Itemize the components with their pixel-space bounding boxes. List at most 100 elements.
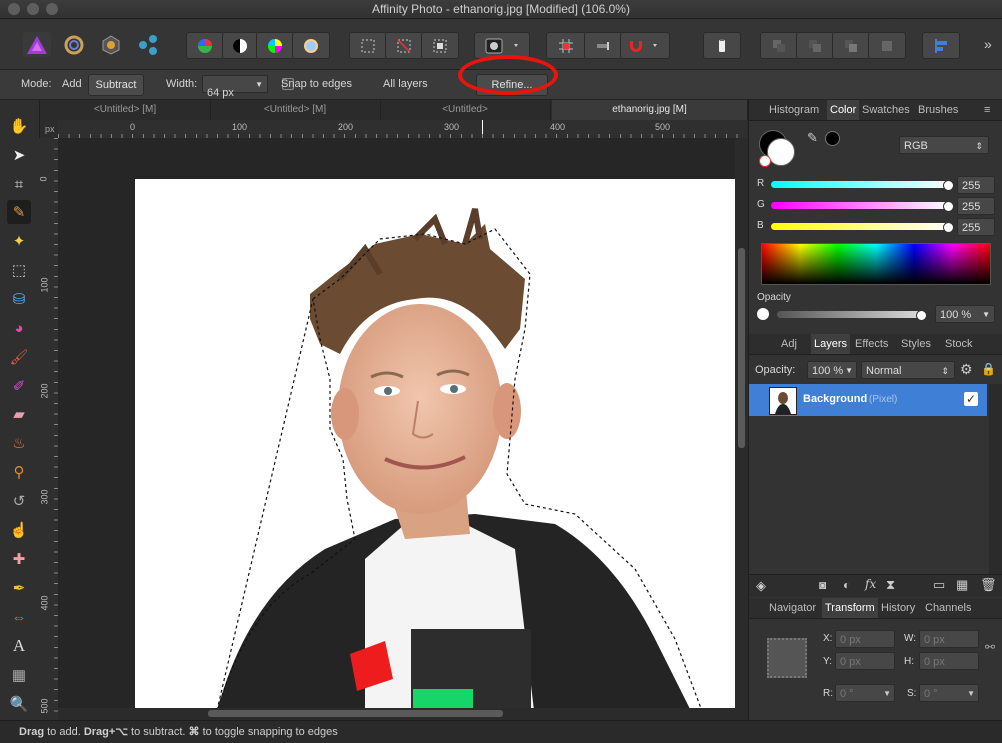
layers-scrollbar[interactable] — [989, 384, 1002, 574]
tab-color[interactable]: Color — [827, 100, 860, 120]
align-left-icon[interactable] — [922, 32, 960, 59]
color-picker-icon[interactable]: ◕ — [7, 316, 31, 340]
clone-stamp-icon[interactable]: ⚲ — [7, 460, 31, 484]
arrange-backward-icon[interactable] — [796, 32, 834, 59]
x-field[interactable]: 0 px — [835, 630, 895, 648]
b-value-field[interactable]: 255 — [957, 218, 995, 236]
g-slider-knob[interactable] — [943, 201, 954, 212]
photo-persona-icon[interactable] — [23, 32, 51, 57]
auto-colors-icon[interactable] — [256, 32, 294, 59]
h-field[interactable]: 0 px — [919, 652, 979, 670]
arrange-back-icon[interactable] — [760, 32, 798, 59]
layer-opacity-field[interactable]: 100 % ▼ — [807, 361, 857, 379]
color-replacement-brush-icon[interactable]: ✐ — [7, 374, 31, 398]
vertical-scrollbar-thumb[interactable] — [738, 248, 745, 448]
export-persona-icon[interactable] — [134, 32, 162, 57]
auto-levels-icon[interactable] — [186, 32, 224, 59]
b-slider[interactable] — [771, 223, 951, 230]
tab-histogram[interactable]: Histogram — [769, 104, 819, 116]
auto-white-balance-icon[interactable] — [292, 32, 330, 59]
width-input[interactable]: 64 px ▼ — [202, 75, 268, 99]
blend-mode-select[interactable]: Normal ⇕ — [861, 361, 955, 379]
opacity-slider-knob[interactable] — [916, 310, 927, 321]
layer-visibility-checkbox[interactable]: ✓ — [964, 392, 978, 406]
opacity-value-field[interactable]: 100 % ▼ — [935, 305, 995, 323]
develop-persona-icon[interactable] — [97, 32, 125, 57]
gear-icon[interactable]: ⚙ — [960, 361, 973, 378]
secondary-color-swatch[interactable] — [767, 138, 795, 166]
text-tool-icon[interactable]: A — [7, 634, 31, 658]
r-slider[interactable] — [771, 181, 951, 188]
tab-layers[interactable]: Layers — [811, 334, 851, 354]
fx-icon[interactable]: fx — [865, 577, 876, 591]
arrange-forward-icon[interactable] — [832, 32, 870, 59]
tab-styles[interactable]: Styles — [901, 338, 931, 350]
dodge-burn-icon[interactable]: ♨ — [7, 431, 31, 455]
selection-brush-tool-icon[interactable]: ✎ — [7, 200, 31, 224]
g-value-field[interactable]: 255 — [957, 197, 995, 215]
liquify-persona-icon[interactable] — [60, 32, 88, 57]
opacity-slider[interactable] — [777, 311, 923, 318]
flood-select-wand-icon[interactable]: ✦ — [7, 229, 31, 253]
erase-brush-icon[interactable]: ▰ — [7, 402, 31, 426]
color-spectrum[interactable] — [761, 243, 991, 285]
tab-swatches[interactable]: Swatches — [862, 104, 910, 116]
panel-menu-icon[interactable]: ≡ — [984, 104, 990, 116]
link-icon[interactable]: ⚯ — [985, 640, 995, 654]
move-tool-arrow-icon[interactable]: ➤ — [7, 143, 31, 167]
marquee-tool-icon[interactable]: ⬚ — [7, 258, 31, 282]
color-model-select[interactable]: RGB ⇕ — [899, 136, 989, 154]
document-tab[interactable]: <Untitled> [M] — [40, 100, 211, 120]
tab-navigator[interactable]: Navigator — [769, 602, 816, 614]
shear-field[interactable]: 0 ° ▼ — [919, 684, 979, 702]
r-slider-knob[interactable] — [943, 180, 954, 191]
new-pixel-layer-icon[interactable]: ▦ — [956, 577, 968, 593]
document-tab-active[interactable]: ethanorig.jpg [M] — [552, 100, 748, 120]
anchor-selector[interactable] — [767, 638, 807, 678]
zoom-tool-magnifier-icon[interactable]: 🔍 — [7, 692, 31, 716]
no-color-icon[interactable] — [759, 155, 771, 167]
smudge-brush-icon[interactable]: ☝ — [7, 518, 31, 542]
tab-stock[interactable]: Stock — [945, 338, 973, 350]
invert-selection-icon[interactable] — [421, 32, 459, 59]
view-tool-hand-icon[interactable]: ✋ — [7, 114, 31, 138]
undo-brush-icon[interactable]: ↺ — [7, 489, 31, 513]
mask-icon[interactable]: ◙ — [819, 578, 826, 592]
r-value-field[interactable]: 255 — [957, 176, 995, 194]
marquee-selection-icon[interactable] — [349, 32, 387, 59]
w-field[interactable]: 0 px — [919, 630, 979, 648]
layers-stack-icon[interactable]: ◈ — [756, 578, 766, 594]
b-slider-knob[interactable] — [943, 222, 954, 233]
healing-brush-icon[interactable]: ✚ — [7, 547, 31, 571]
auto-contrast-icon[interactable] — [222, 32, 258, 59]
align-snap-icon[interactable] — [584, 32, 622, 59]
crop-tool-icon[interactable]: ⌗ — [7, 172, 31, 196]
folder-icon[interactable]: ▭ — [933, 577, 945, 593]
tab-adjustments[interactable]: Adj — [781, 338, 797, 350]
trash-icon[interactable]: 🗑 — [980, 577, 997, 593]
document-tab[interactable]: <Untitled> [M] — [210, 100, 381, 120]
y-field[interactable]: 0 px — [835, 652, 895, 670]
arrange-front-icon[interactable] — [868, 32, 906, 59]
toolbar-overflow-icon[interactable]: » — [984, 36, 992, 52]
live-filter-icon[interactable]: ⧗ — [886, 577, 895, 593]
canvas-area[interactable] — [58, 138, 735, 708]
flood-fill-bucket-icon[interactable]: ⛁ — [7, 287, 31, 311]
tab-history[interactable]: History — [881, 602, 915, 614]
assistant-icon[interactable] — [703, 32, 741, 59]
gradient-tool-icon[interactable]: ⇔ — [7, 605, 31, 629]
tab-brushes[interactable]: Brushes — [918, 104, 958, 116]
mode-subtract-button[interactable]: Subtract — [88, 74, 144, 96]
layer-row-background[interactable]: Background (Pixel) ✓ — [749, 384, 987, 416]
tab-effects[interactable]: Effects — [855, 338, 888, 350]
g-slider[interactable] — [771, 202, 951, 209]
mesh-warp-icon[interactable]: ▦ — [7, 663, 31, 687]
document-tab[interactable]: <Untitled> — [380, 100, 551, 120]
adjustment-icon[interactable]: ◐ — [843, 578, 850, 592]
vertical-scrollbar-track[interactable] — [736, 138, 747, 708]
all-layers-label[interactable]: All layers — [383, 78, 428, 90]
mode-add-button[interactable]: Add — [62, 78, 82, 90]
deselect-icon[interactable] — [385, 32, 423, 59]
snapping-grid-icon[interactable] — [546, 32, 586, 59]
lock-icon[interactable]: 🔒 — [981, 362, 996, 376]
